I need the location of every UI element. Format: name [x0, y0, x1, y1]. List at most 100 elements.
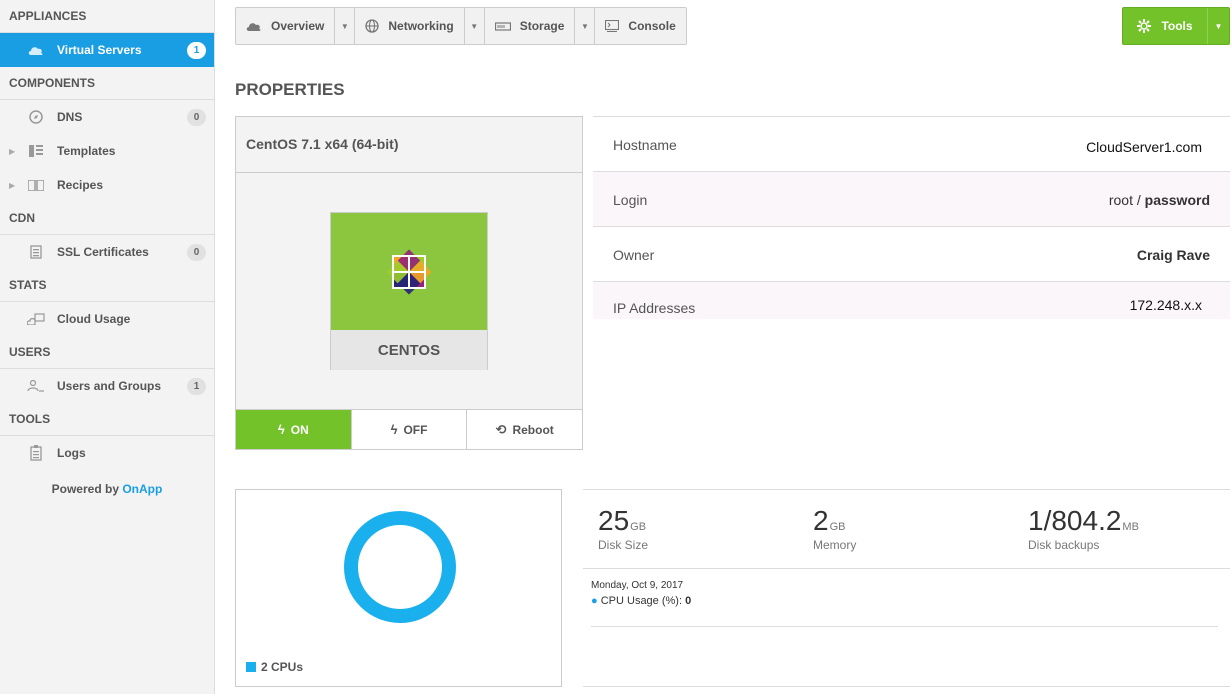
property-row-login: Login root / password	[593, 171, 1230, 226]
sidebar-item-label: Virtual Servers	[57, 43, 142, 57]
sidebar-item-virtual-servers[interactable]: Virtual Servers 1	[0, 33, 214, 67]
sidebar-item-recipes[interactable]: ▶ Recipes	[0, 168, 214, 202]
stat-memory: 2GB Memory	[813, 505, 857, 553]
cloud-usage-icon	[27, 311, 45, 327]
os-logo-label: CENTOS	[331, 330, 487, 370]
overview-dropdown-caret[interactable]: ▼	[335, 8, 356, 44]
memory-unit: GB	[829, 521, 846, 533]
overview-label: Overview	[271, 19, 325, 33]
os-logo: CENTOS	[330, 212, 488, 370]
memory-caption: Memory	[813, 538, 857, 552]
section-appliances: APPLIANCES	[0, 0, 214, 33]
sidebar-item-cloud-usage[interactable]: Cloud Usage	[0, 302, 214, 336]
owner-name: Craig Rave	[1136, 247, 1210, 263]
chart-date: Monday, Oct 9, 2017	[591, 580, 684, 591]
section-components: COMPONENTS	[0, 67, 214, 100]
powered-by-prefix: Powered by	[51, 482, 119, 496]
tools-dropdown: Tools ▼	[1122, 7, 1230, 45]
property-row-hostname: Hostname CloudServer1.com	[593, 116, 1230, 171]
sidebar-item-label: Templates	[57, 144, 116, 158]
count-badge: 1	[187, 377, 206, 395]
templates-icon	[27, 143, 45, 159]
stats-row: 25GB Disk Size 2GB Memory 1/804.2MB Disk…	[583, 489, 1230, 569]
chart-gridline	[591, 626, 1218, 627]
memory-value: 2	[813, 505, 829, 536]
disk-size-caption: Disk Size	[598, 538, 649, 552]
sidebar-item-label: Users and Groups	[57, 379, 162, 393]
cpu-donut-ring	[344, 511, 456, 623]
property-row-ip-addresses: IP Addresses 172.248.x.x	[593, 281, 1230, 319]
networking-dropdown-caret[interactable]: ▼	[465, 8, 485, 44]
section-stats: STATS	[0, 269, 214, 302]
hard-drive-icon	[494, 21, 511, 31]
cpu-legend: 2 CPUs	[246, 660, 303, 674]
cpu-card: 2 CPUs	[235, 489, 562, 687]
globe-icon	[365, 19, 380, 33]
sidebar: APPLIANCES Virtual Servers 1 COMPONENTS …	[0, 0, 215, 694]
sidebar-item-ssl-certificates[interactable]: SSL Certificates 0	[0, 235, 214, 269]
disk-size-unit: GB	[630, 521, 647, 533]
section-cdn: CDN	[0, 202, 214, 235]
users-icon	[27, 378, 45, 394]
clipboard-icon	[27, 445, 45, 461]
storage-label: Storage	[519, 19, 565, 33]
property-key: Login	[613, 192, 648, 208]
sidebar-item-dns[interactable]: DNS 0	[0, 100, 214, 134]
owner-value: Craig Rave	[1137, 247, 1210, 263]
property-key: Owner	[613, 247, 655, 263]
power-on-button[interactable]: ϟ ON	[236, 410, 352, 449]
sidebar-item-label: Logs	[57, 446, 86, 460]
login-user: root	[1108, 192, 1133, 208]
refresh-icon: ⟲	[495, 421, 507, 437]
networking-button[interactable]: Networking	[355, 8, 465, 44]
cpu-usage-chart: Monday, Oct 9, 2017 ● CPU Usage (%): 0	[583, 570, 1230, 687]
sidebar-item-logs[interactable]: Logs	[0, 436, 214, 470]
disk-backups-value: 1/804.2	[1028, 505, 1122, 536]
login-separator: /	[1132, 192, 1145, 208]
page-title: PROPERTIES	[235, 80, 345, 99]
powered-by: Powered by OnApp	[0, 482, 214, 496]
power-off-label: OFF	[403, 422, 428, 437]
sidebar-item-label: SSL Certificates	[57, 245, 149, 259]
count-badge: 1	[187, 41, 206, 59]
gear-icon	[1137, 19, 1152, 33]
section-users: USERS	[0, 336, 214, 369]
hostname-value: CloudServer1.com	[1086, 139, 1202, 155]
bolt-icon: ϟ	[390, 422, 398, 437]
property-row-owner: Owner Craig Rave	[593, 226, 1230, 281]
property-key: Hostname	[613, 137, 677, 153]
cpu-legend-label: 2 CPUs	[261, 660, 304, 674]
reboot-button[interactable]: ⟲ Reboot	[467, 410, 583, 449]
legend-swatch	[246, 662, 256, 672]
disk-backups-caption: Disk backups	[1028, 538, 1100, 552]
expand-arrow-icon[interactable]: ▶	[9, 181, 15, 190]
tools-dropdown-caret[interactable]: ▼	[1207, 8, 1229, 44]
disk-backups-unit: MB	[1122, 521, 1139, 533]
server-nav: Overview ▼ Networking ▼ Storage ▼ Consol…	[235, 7, 687, 45]
sidebar-item-label: Cloud Usage	[57, 312, 131, 326]
console-label: Console	[628, 19, 676, 33]
sidebar-item-templates[interactable]: ▶ Templates	[0, 134, 214, 168]
storage-dropdown-caret[interactable]: ▼	[575, 8, 596, 44]
tools-button[interactable]: Tools	[1123, 8, 1207, 44]
centos-logo-icon	[331, 213, 487, 330]
sidebar-item-label: DNS	[57, 110, 83, 124]
cloud-icon	[246, 21, 262, 31]
console-button[interactable]: Console	[595, 8, 685, 44]
compass-icon	[27, 109, 45, 125]
sidebar-item-label: Recipes	[57, 178, 104, 192]
properties-table: Hostname CloudServer1.com Login root / p…	[593, 116, 1230, 319]
chart-tooltip: ● CPU Usage (%): 0	[591, 595, 691, 607]
power-off-button[interactable]: ϟ OFF	[351, 410, 468, 449]
sidebar-item-users-and-groups[interactable]: Users and Groups 1	[0, 369, 214, 403]
os-name: CentOS 7.1 x64 (64-bit)	[236, 117, 582, 173]
certificate-icon	[27, 244, 45, 260]
cpu-usage-label: CPU Usage (%):	[600, 595, 683, 607]
expand-arrow-icon[interactable]: ▶	[9, 147, 15, 156]
console-icon	[605, 20, 620, 32]
series-dot-icon: ●	[591, 595, 598, 607]
tools-label: Tools	[1161, 19, 1193, 33]
overview-button[interactable]: Overview	[236, 8, 336, 44]
onapp-link[interactable]: OnApp	[122, 482, 162, 496]
storage-button[interactable]: Storage	[485, 8, 576, 44]
